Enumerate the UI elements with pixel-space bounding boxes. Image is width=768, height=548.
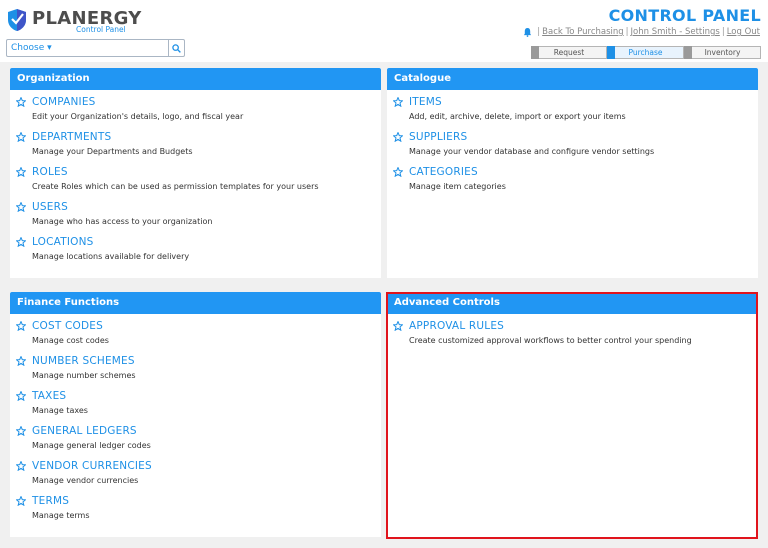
tab-label: Purchase bbox=[628, 48, 663, 57]
item-description: Create Roles which can be used as permis… bbox=[32, 182, 319, 191]
bell-icon[interactable] bbox=[523, 27, 532, 37]
tab-purchase[interactable]: Purchase bbox=[607, 46, 684, 59]
panel-title: Finance Functions bbox=[10, 292, 381, 314]
advanced-controls-panel: Advanced Controls APPROVAL RULES Create … bbox=[387, 292, 758, 537]
choose-search-bar[interactable]: Choose ▾ bbox=[6, 39, 185, 57]
search-icon bbox=[172, 43, 181, 53]
item-description: Create customized approval workflows to … bbox=[409, 336, 692, 345]
tab-marker bbox=[531, 46, 539, 59]
choose-dropdown[interactable]: Choose ▾ bbox=[11, 43, 52, 53]
user-settings-link[interactable]: John Smith - Settings bbox=[631, 27, 720, 37]
back-to-purchasing-link[interactable]: Back To Purchasing bbox=[542, 27, 624, 37]
star-outline-icon bbox=[393, 132, 403, 142]
star-outline-icon bbox=[16, 321, 26, 331]
item-title[interactable]: DEPARTMENTS bbox=[32, 131, 111, 143]
tab-label: Inventory bbox=[704, 48, 741, 57]
organization-panel: Organization COMPANIES Edit your Organiz… bbox=[10, 68, 381, 278]
link-separator: | bbox=[537, 27, 541, 37]
item-description: Edit your Organization's details, logo, … bbox=[32, 112, 244, 121]
item-description: Manage your vendor database and configur… bbox=[409, 147, 655, 156]
star-outline-icon bbox=[16, 391, 26, 401]
item-title[interactable]: APPROVAL RULES bbox=[409, 320, 504, 332]
item-title[interactable]: COST CODES bbox=[32, 320, 103, 332]
star-outline-icon bbox=[16, 496, 26, 506]
item-title[interactable]: TAXES bbox=[32, 390, 66, 402]
star-outline-icon bbox=[393, 321, 403, 331]
star-outline-icon bbox=[16, 426, 26, 436]
panel-title: Catalogue bbox=[387, 68, 758, 90]
item-description: Manage number schemes bbox=[32, 371, 136, 380]
item-description: Manage item categories bbox=[409, 182, 506, 191]
item-title[interactable]: USERS bbox=[32, 201, 68, 213]
panel-title: Advanced Controls bbox=[387, 292, 758, 314]
panel-title: Organization bbox=[10, 68, 381, 90]
star-outline-icon bbox=[16, 167, 26, 177]
tab-marker bbox=[684, 46, 692, 59]
tab-label: Request bbox=[553, 48, 585, 57]
item-title[interactable]: GENERAL LEDGERS bbox=[32, 425, 137, 437]
item-title[interactable]: SUPPLIERS bbox=[409, 131, 467, 143]
top-header: PLANERGY Control Panel Choose ▾ CONTROL … bbox=[0, 0, 768, 62]
tab-marker bbox=[607, 46, 615, 59]
star-outline-icon bbox=[16, 461, 26, 471]
shield-logo-icon bbox=[8, 9, 26, 31]
item-title[interactable]: VENDOR CURRENCIES bbox=[32, 460, 152, 472]
item-description: Manage taxes bbox=[32, 406, 88, 415]
log-out-link[interactable]: Log Out bbox=[727, 27, 760, 37]
page-title: CONTROL PANEL bbox=[608, 6, 761, 25]
tab-inventory[interactable]: Inventory bbox=[684, 46, 761, 59]
item-title[interactable]: ROLES bbox=[32, 166, 68, 178]
item-description: Manage vendor currencies bbox=[32, 476, 139, 485]
item-description: Add, edit, archive, delete, import or ex… bbox=[409, 112, 626, 121]
star-outline-icon bbox=[393, 167, 403, 177]
item-title[interactable]: NUMBER SCHEMES bbox=[32, 355, 135, 367]
module-tabs: Request Purchase Inventory bbox=[531, 46, 761, 59]
brand-subtitle: Control Panel bbox=[76, 25, 126, 34]
planergy-logo[interactable]: PLANERGY Control Panel bbox=[7, 8, 141, 34]
item-description: Manage cost codes bbox=[32, 336, 109, 345]
finance-functions-panel: Finance Functions COST CODES Manage cost… bbox=[10, 292, 381, 537]
item-description: Manage general ledger codes bbox=[32, 441, 151, 450]
item-description: Manage terms bbox=[32, 511, 90, 520]
star-outline-icon bbox=[16, 132, 26, 142]
item-title[interactable]: LOCATIONS bbox=[32, 236, 94, 248]
item-description: Manage who has access to your organizati… bbox=[32, 217, 213, 226]
item-description: Manage locations available for delivery bbox=[32, 252, 190, 261]
star-outline-icon bbox=[16, 202, 26, 212]
link-separator: | bbox=[721, 27, 725, 37]
search-button[interactable] bbox=[168, 40, 184, 56]
item-title[interactable]: COMPANIES bbox=[32, 96, 96, 108]
star-outline-icon bbox=[16, 237, 26, 247]
link-separator: | bbox=[625, 27, 629, 37]
tab-request[interactable]: Request bbox=[531, 46, 607, 59]
item-title[interactable]: CATEGORIES bbox=[409, 166, 478, 178]
catalogue-panel: Catalogue ITEMS Add, edit, archive, dele… bbox=[387, 68, 758, 278]
item-title[interactable]: ITEMS bbox=[409, 96, 442, 108]
star-outline-icon bbox=[16, 356, 26, 366]
item-title[interactable]: TERMS bbox=[32, 495, 69, 507]
star-outline-icon bbox=[393, 97, 403, 107]
top-links: | Back To Purchasing | John Smith - Sett… bbox=[523, 27, 760, 37]
star-outline-icon bbox=[16, 97, 26, 107]
item-description: Manage your Departments and Budgets bbox=[32, 147, 193, 156]
